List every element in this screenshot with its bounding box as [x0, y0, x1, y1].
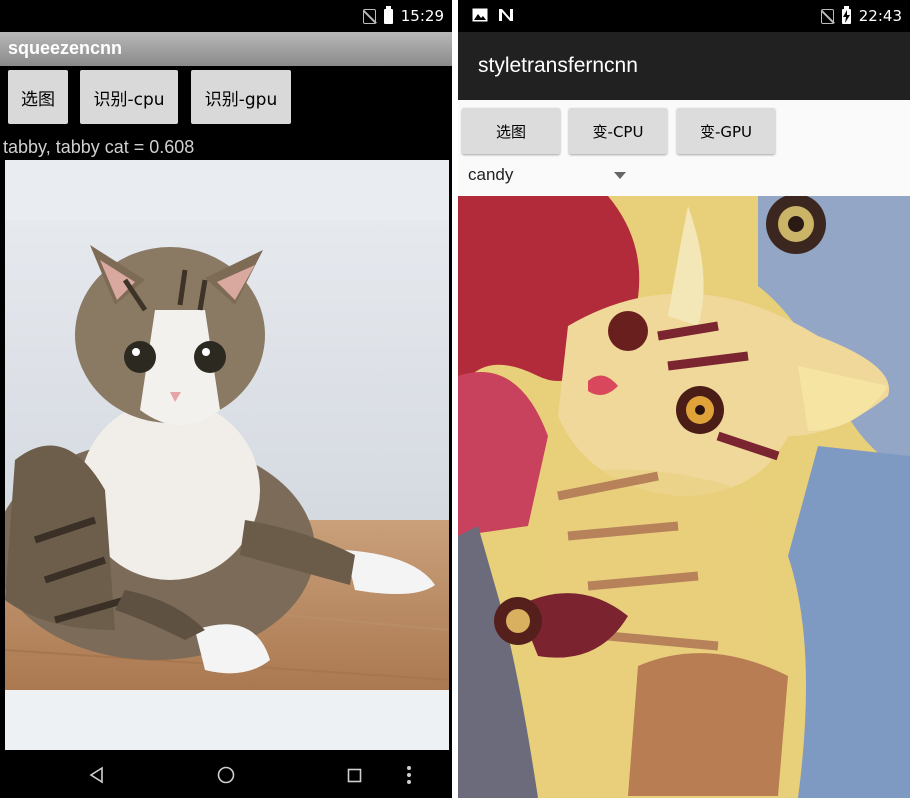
left-phone-screen: 15:29 squeezencnn 选图 识别-cpu 识别-gpu tabby…	[0, 0, 452, 798]
menu-dots-icon[interactable]	[406, 765, 412, 785]
home-icon[interactable]	[217, 766, 235, 784]
status-bar: 15:29	[0, 0, 452, 32]
status-time: 22:43	[858, 7, 902, 25]
stylized-photo	[458, 196, 910, 798]
image-icon	[472, 8, 488, 22]
right-phone-screen: 22:43 styletransferncnn 选图 变-CPU 变-GPU c…	[458, 0, 910, 798]
no-sim-icon	[820, 8, 834, 24]
style-dropdown-value: candy	[468, 165, 514, 184]
app-toolbar: styletransferncnn	[458, 32, 910, 100]
detect-gpu-button[interactable]: 识别-gpu	[191, 70, 291, 124]
classification-result: tabby, tabby cat = 0.608	[3, 137, 195, 157]
status-bar: 22:43	[458, 0, 910, 32]
style-cpu-button[interactable]: 变-CPU	[569, 108, 667, 154]
app-title-bar: squeezencnn	[0, 32, 452, 66]
detect-cpu-button[interactable]: 识别-cpu	[80, 70, 178, 124]
app-title: squeezencnn	[8, 38, 123, 58]
dropdown-arrow-icon	[614, 172, 626, 179]
recents-icon[interactable]	[347, 768, 362, 783]
battery-icon	[383, 5, 393, 24]
input-photo	[5, 160, 449, 750]
style-gpu-button[interactable]: 变-GPU	[677, 108, 775, 154]
pick-image-button[interactable]: 选图	[462, 108, 560, 154]
navigation-bar	[0, 752, 452, 798]
pick-image-button[interactable]: 选图	[8, 70, 68, 124]
app-title: styletransferncnn	[478, 54, 638, 77]
no-sim-icon	[362, 8, 376, 24]
status-time: 15:29	[400, 7, 444, 25]
style-dropdown[interactable]: candy	[468, 162, 628, 192]
battery-charging-icon	[841, 5, 851, 24]
back-icon[interactable]	[88, 766, 106, 784]
n-icon	[499, 9, 513, 21]
